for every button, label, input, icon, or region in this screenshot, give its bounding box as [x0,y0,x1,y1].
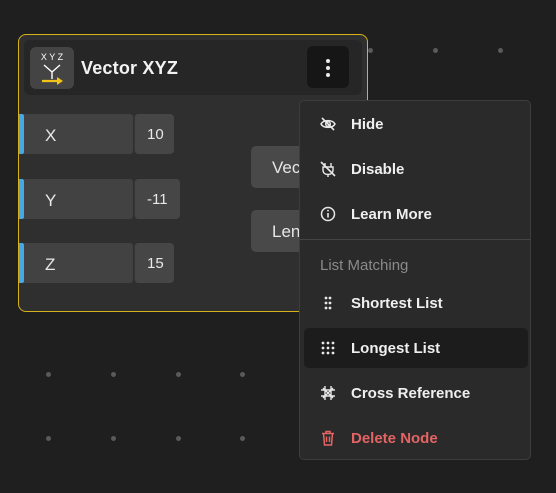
grid-dot [46,436,51,441]
kebab-dot [326,59,330,63]
node-context-menu: Hide Disable Learn More List Matching Sh… [299,100,531,460]
menu-item-disable[interactable]: Disable [304,149,528,189]
input-y[interactable]: Y -11 [19,179,184,219]
input-z[interactable]: Z 15 [19,243,179,283]
input-label-box: Z [24,243,133,283]
grid-dot [498,48,503,53]
menu-item-label: Disable [351,161,405,178]
trash-icon [322,430,334,446]
menu-item-delete-node[interactable]: Delete Node [304,418,528,458]
input-label: Z [45,255,56,274]
node-menu-button[interactable] [307,46,349,88]
input-value-field[interactable]: 10 [134,114,174,154]
kebab-dot [326,66,330,70]
input-value-field[interactable]: 15 [134,243,174,283]
menu-item-label: Learn More [351,206,432,223]
menu-item-hide[interactable]: Hide [304,104,528,144]
plug-off-icon [320,161,336,177]
grid-dot [176,372,181,377]
grid-dot [46,372,51,377]
menu-divider [300,239,530,240]
input-value: 15 [147,255,164,272]
input-label-box: X [24,114,133,154]
menu-item-label: Cross Reference [351,385,471,402]
grid-dot [433,48,438,53]
grid-dot [240,372,245,377]
info-icon [320,206,336,222]
node-header[interactable]: X Y Z Vector XYZ [24,40,362,95]
input-label-box: Y [24,179,133,219]
grid-dot [176,436,181,441]
menu-item-label: Delete Node [351,430,438,447]
kebab-dot [326,73,330,77]
dots-3x3-icon [321,341,335,355]
grid-dot [368,48,373,53]
menu-item-shortest-list[interactable]: Shortest List [304,283,528,323]
input-value: 10 [147,126,164,143]
output-label: Vec [272,158,301,177]
grid-dot [111,372,116,377]
node-title: Vector XYZ [81,58,179,78]
output-label: Len [272,222,301,241]
eye-off-icon [320,117,336,131]
menu-item-cross-reference[interactable]: Cross Reference [304,373,528,413]
input-label: X [45,126,57,145]
menu-section-title: List Matching [320,257,409,274]
menu-item-label: Longest List [351,340,441,357]
menu-item-label: Shortest List [351,295,443,312]
menu-item-label: Hide [351,116,384,133]
menu-item-learn-more[interactable]: Learn More [304,194,528,234]
grid-dot [111,436,116,441]
input-value: -11 [147,191,168,208]
dots-2x3-icon [324,296,332,310]
cross-grid-icon [321,386,335,400]
grid-dot [240,436,245,441]
node-icon-text: X Y Z [41,52,64,62]
input-x[interactable]: X 10 [19,114,179,154]
input-value-field[interactable]: -11 [134,179,180,219]
input-label: Y [45,191,57,210]
vector-xyz-icon: X Y Z [30,47,74,89]
menu-item-longest-list[interactable]: Longest List [304,328,528,368]
